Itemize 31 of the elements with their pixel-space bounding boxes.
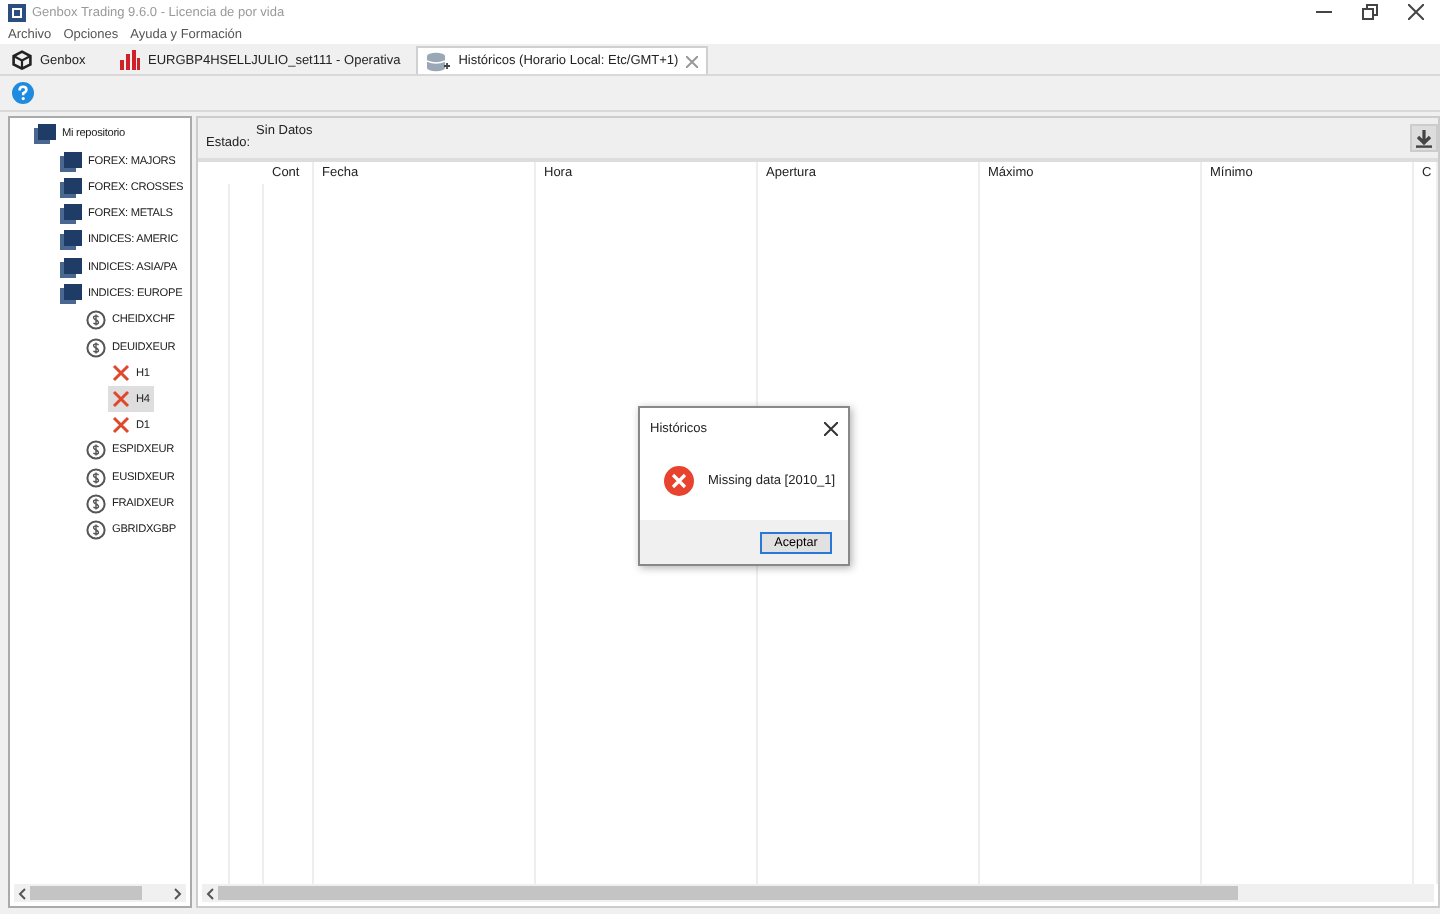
folder-stack-icon <box>34 124 56 145</box>
coin-icon <box>86 310 106 331</box>
horizontal-scrollbar[interactable] <box>202 884 1434 902</box>
cross-icon <box>112 364 130 383</box>
folder-stack-icon <box>60 177 82 198</box>
folder-stack-icon <box>60 151 82 172</box>
scroll-left-icon[interactable] <box>206 887 214 899</box>
scroll-right-icon[interactable] <box>174 887 182 899</box>
scroll-left-icon[interactable] <box>18 887 26 899</box>
cross-icon <box>112 416 130 435</box>
download-button[interactable] <box>1410 124 1438 152</box>
cross-icon <box>112 390 130 409</box>
coin-icon <box>86 520 106 541</box>
close-icon[interactable] <box>824 421 838 435</box>
horizontal-scrollbar[interactable] <box>14 884 186 902</box>
folder-stack-icon <box>60 230 82 251</box>
coin-icon <box>86 493 106 514</box>
folder-stack-icon <box>60 257 82 278</box>
help-icon[interactable] <box>12 82 34 104</box>
coin-icon <box>86 337 106 358</box>
close-tab-icon[interactable] <box>686 55 699 67</box>
folder-stack-icon <box>60 204 82 225</box>
coin-icon <box>86 467 106 488</box>
bar-chart-icon <box>120 50 140 70</box>
restore-icon[interactable] <box>1362 4 1378 20</box>
folder-stack-icon <box>60 284 82 305</box>
database-icon <box>426 51 451 71</box>
error-icon <box>664 465 694 495</box>
close-icon[interactable] <box>1408 4 1424 20</box>
cube-icon <box>12 50 32 70</box>
coin-icon <box>86 440 106 461</box>
